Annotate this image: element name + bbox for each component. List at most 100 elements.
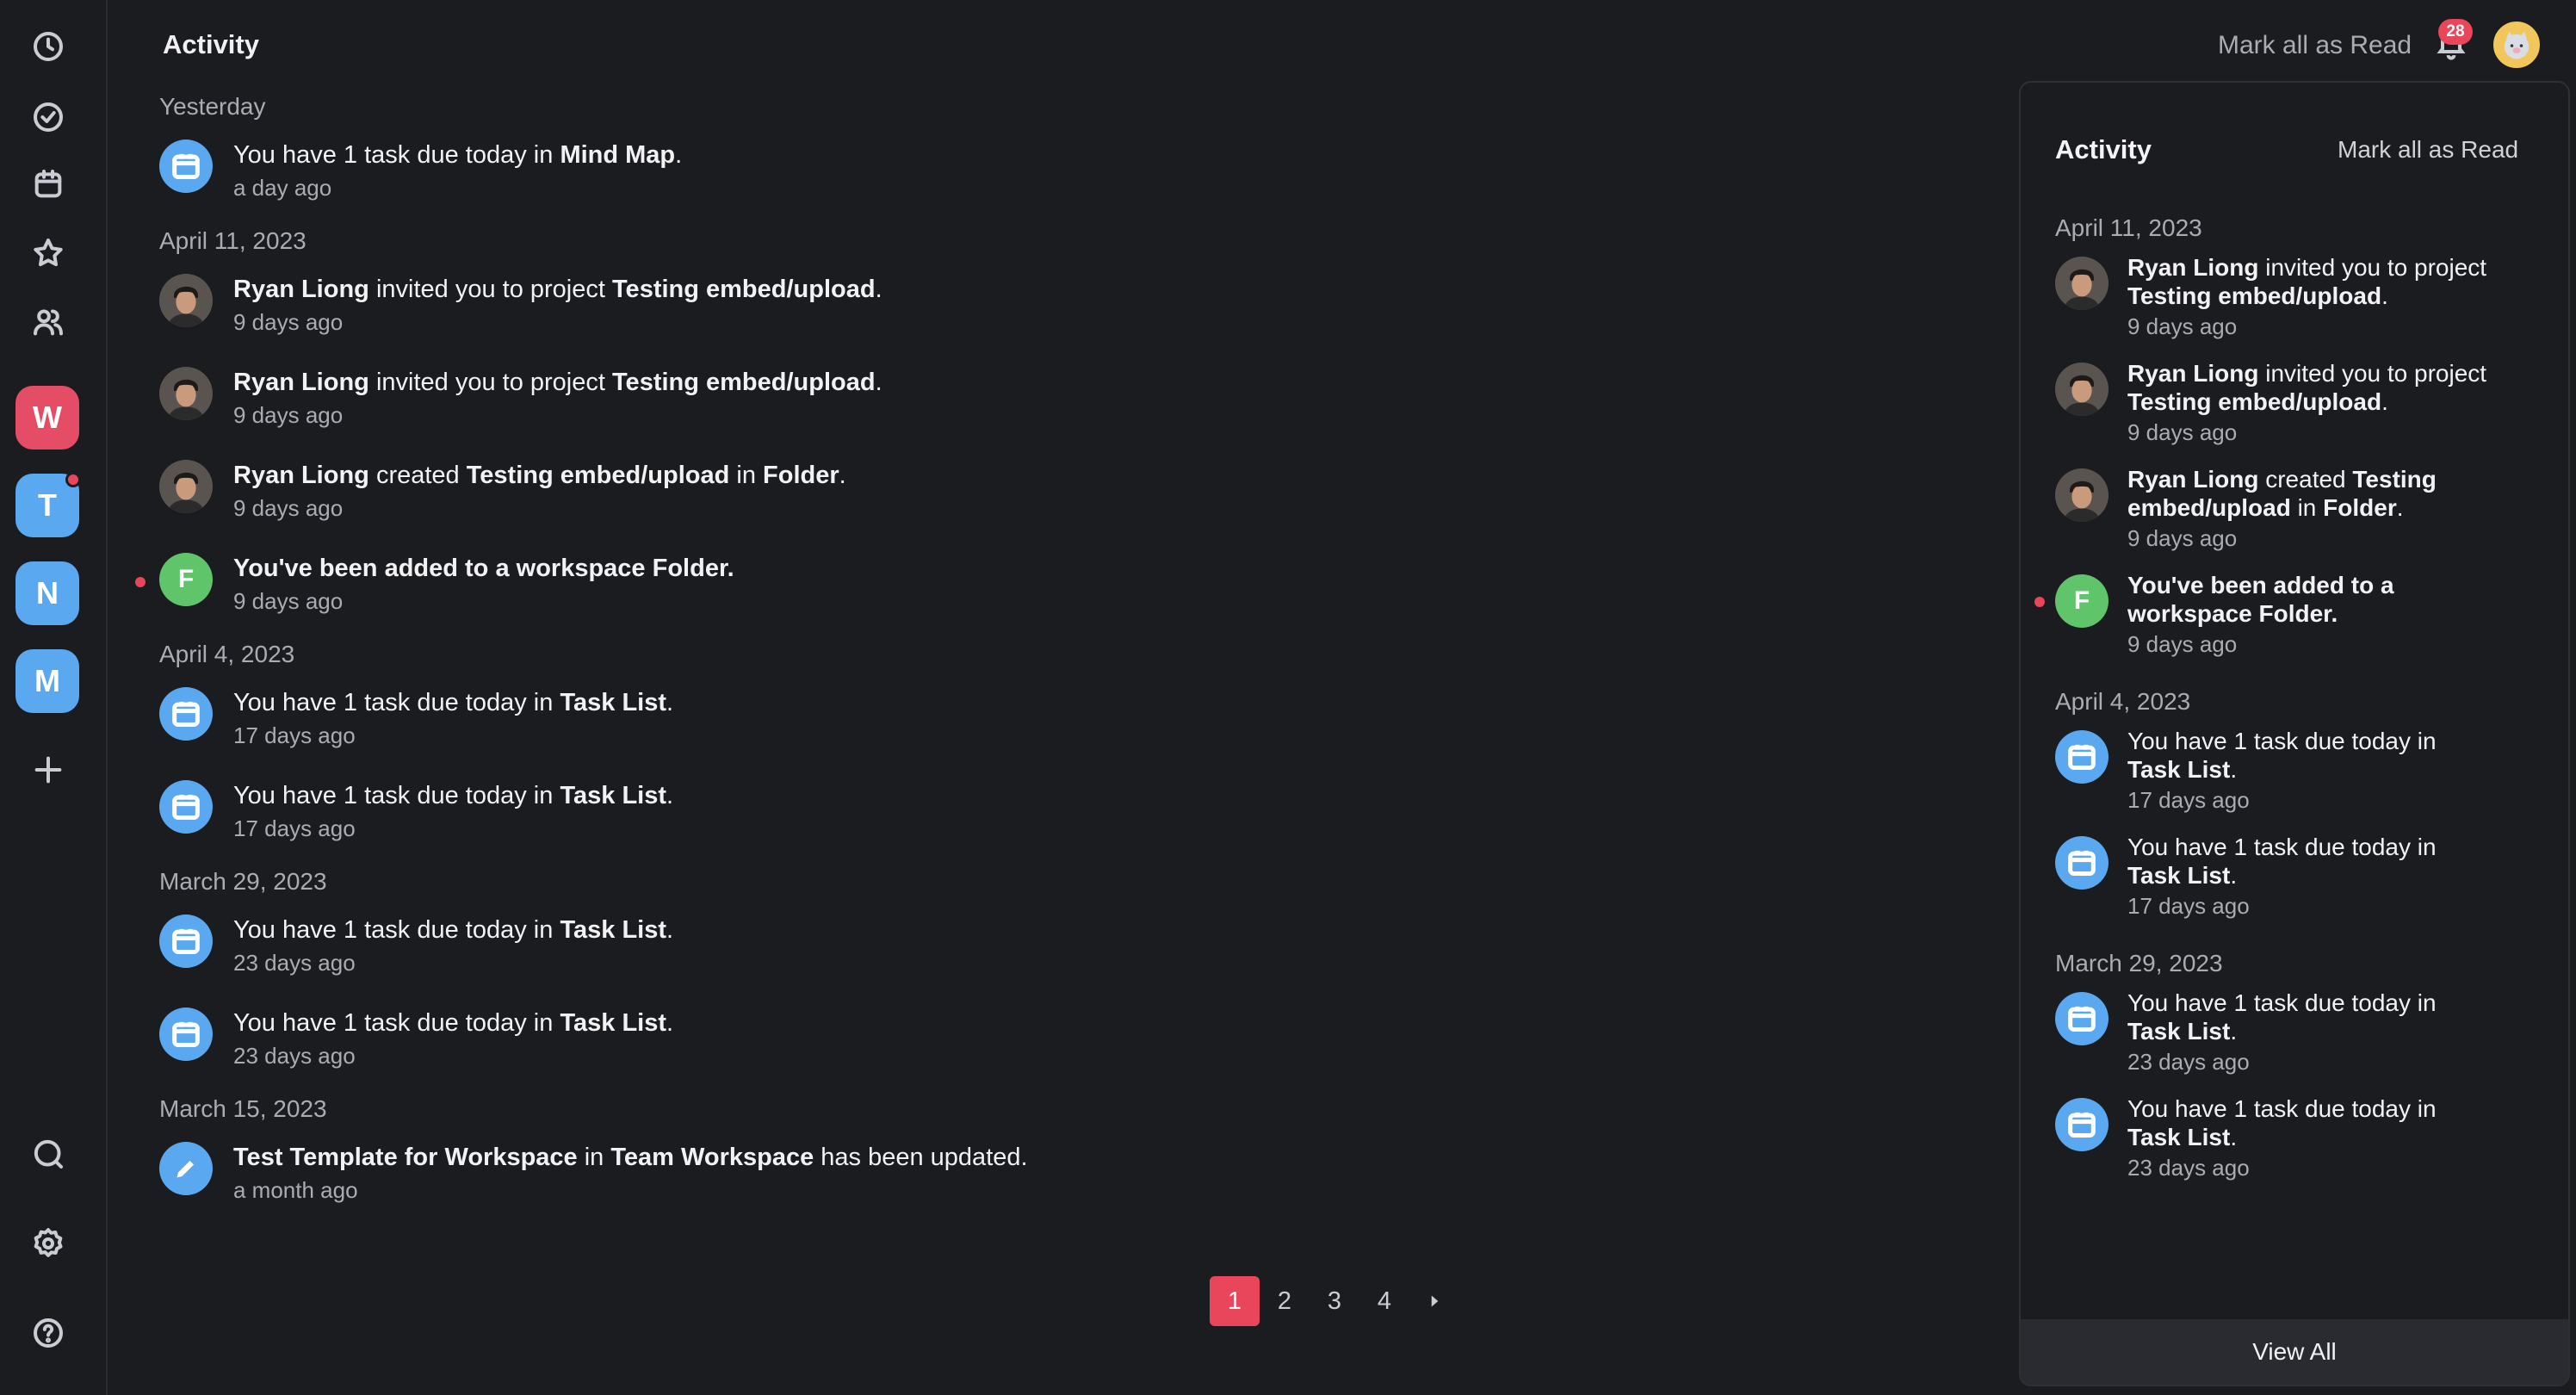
activity-emphasis[interactable]: Testing embed/upload [467,462,730,489]
calendar-icon[interactable] [26,162,71,207]
activity-text: Ryan Liong created Testing embed/upload … [233,462,846,490]
activity-emphasis[interactable]: Task List [560,689,666,716]
activity-item[interactable]: You have 1 task due today in Task List. 2… [2055,989,2537,1076]
activity-emphasis[interactable]: Task List [2127,1124,2230,1150]
activity-emphasis[interactable]: Team Workspace [610,1144,814,1171]
activity-item[interactable]: You have 1 task due today in Task List. 1… [2055,727,2537,814]
activity-emphasis[interactable]: Folder [763,462,839,489]
activity-fragment: in [577,1144,611,1171]
ryan-liong-avatar [2055,257,2108,310]
panel-activity-list: April 11, 2023 Ryan Liong invited you to … [2034,203,2537,1200]
activity-emphasis[interactable]: Task List [2127,862,2230,889]
activity-fragment: . [666,782,674,809]
activity-fragment: invited you to project [2258,254,2487,281]
activity-emphasis[interactable]: Ryan Liong [233,276,369,303]
activity-item[interactable]: You have 1 task due today in Task List. 1… [159,675,1279,768]
pencil-icon [159,1142,213,1195]
activity-item[interactable]: F You've been added to a workspace Folder… [2034,571,2537,658]
activity-emphasis[interactable]: Ryan Liong [2127,254,2258,281]
activity-emphasis[interactable]: Testing embed/upload [612,276,876,303]
page-1-button[interactable]: 1 [1210,1276,1260,1326]
activity-item[interactable]: Ryan Liong invited you to project Testin… [159,355,1279,448]
tasks-check-icon[interactable] [26,95,71,140]
activity-item[interactable]: Ryan Liong created Testing embed/upload … [159,448,1279,541]
activity-item[interactable]: You have 1 task due today in Mind Map. a … [159,127,1279,220]
workspace-n-button[interactable]: N [15,561,79,625]
calendar-icon [2055,992,2108,1045]
activity-emphasis[interactable]: Testing embed/upload [2127,388,2381,415]
unread-dot [2034,597,2045,607]
activity-item[interactable]: You have 1 task due today in Task List. 1… [2055,833,2537,920]
activity-emphasis[interactable]: Ryan Liong [2127,360,2258,387]
people-icon[interactable] [26,300,71,344]
activity-emphasis[interactable]: Task List [2127,1018,2230,1045]
timestamp: a month ago [233,1177,358,1203]
page-3-button[interactable]: 3 [1310,1276,1359,1326]
panel-mark-all-read-button[interactable]: Mark all as Read [2338,136,2518,164]
workspace-t-button[interactable]: T [15,472,81,537]
activity-emphasis[interactable]: You've been added to a workspace Folder. [233,555,734,582]
activity-emphasis[interactable]: Test Template for Workspace [233,1144,578,1171]
activity-emphasis[interactable]: Task List [2127,756,2230,783]
activity-fragment: . [2230,862,2238,889]
activity-item[interactable]: Ryan Liong invited you to project Testin… [159,262,1279,355]
activity-item[interactable]: You have 1 task due today in Task List. 1… [159,768,1279,861]
activity-fragment: . [839,462,846,489]
date-heading: March 15, 2023 [159,1095,327,1122]
timestamp: 9 days ago [2127,419,2238,445]
favorites-star-icon[interactable] [26,231,71,276]
activity-fragment: You have 1 task due today in [2127,1095,2437,1122]
activity-emphasis[interactable]: You've been added to a workspace Folder. [2127,572,2394,627]
activity-fragment: You have 1 task due today in [2127,834,2437,860]
add-workspace-plus-icon[interactable] [26,747,71,792]
timestamp: 9 days ago [233,402,344,428]
timestamp: a day ago [233,175,332,201]
activity-item[interactable]: Ryan Liong invited you to project Testin… [2055,253,2537,340]
activity-fragment: created [368,462,467,489]
page-4-button[interactable]: 4 [1359,1276,1409,1326]
date-heading: March 29, 2023 [2055,950,2223,976]
activity-fragment: You have 1 task due today in [233,141,560,169]
activity-item[interactable]: Ryan Liong created Testing embed/upload … [2055,465,2537,552]
activity-fragment: You have 1 task due today in [233,689,560,716]
recent-clock-icon[interactable] [26,24,71,69]
timestamp: 23 days ago [2127,1155,2250,1181]
activity-item[interactable]: You have 1 task due today in Task List. 2… [2055,1094,2537,1181]
activity-item[interactable]: You have 1 task due today in Task List. 2… [159,995,1279,1088]
workspace-m-button[interactable]: M [15,649,79,713]
calendar-icon [159,780,213,834]
activity-fragment: . [2381,282,2388,309]
user-avatar[interactable] [2491,19,2542,71]
activity-emphasis[interactable]: Task List [560,916,666,944]
settings-gear-icon[interactable] [26,1221,71,1266]
mark-all-read-button[interactable]: Mark all as Read [2218,31,2412,60]
activity-emphasis[interactable]: Testing embed/upload [2127,282,2381,309]
activity-emphasis[interactable]: Task List [560,1009,666,1037]
view-all-button[interactable]: View All [2021,1319,2568,1385]
search-icon[interactable] [26,1132,71,1176]
activity-fragment: You have 1 task due today in [233,782,560,809]
activity-item[interactable]: You have 1 task due today in Task List. 2… [159,902,1279,995]
activity-emphasis[interactable]: Folder [2323,494,2397,521]
timestamp: 17 days ago [2127,787,2250,813]
workspace-w-button[interactable]: W [15,386,79,450]
activity-emphasis[interactable]: Ryan Liong [233,369,369,396]
activity-fragment: . [2230,756,2238,783]
activity-item[interactable]: F You've been added to a workspace Folder… [135,541,1279,634]
activity-fragment: invited you to project [368,276,612,303]
activity-item[interactable]: Test Template for Workspace in Team Work… [159,1130,1279,1223]
help-question-icon[interactable] [26,1311,71,1355]
activity-text: You have 1 task due today in Task List. [233,782,673,810]
activity-text: You have 1 task due today in Task List. [233,1009,673,1038]
date-heading: April 11, 2023 [2055,214,2202,241]
activity-text: You have 1 task due today in Task List. [2127,989,2489,1045]
activity-emphasis[interactable]: Task List [560,782,666,809]
activity-emphasis[interactable]: Testing embed/upload [612,369,876,396]
activity-emphasis[interactable]: Mind Map [560,141,675,169]
activity-item[interactable]: Ryan Liong invited you to project Testin… [2055,359,2537,446]
activity-emphasis[interactable]: Ryan Liong [233,462,369,489]
activity-emphasis[interactable]: Ryan Liong [2127,466,2258,493]
page-2-button[interactable]: 2 [1260,1276,1310,1326]
activity-text: Test Template for Workspace in Team Work… [233,1144,1028,1172]
next-page-caret-icon[interactable] [1409,1276,1459,1326]
